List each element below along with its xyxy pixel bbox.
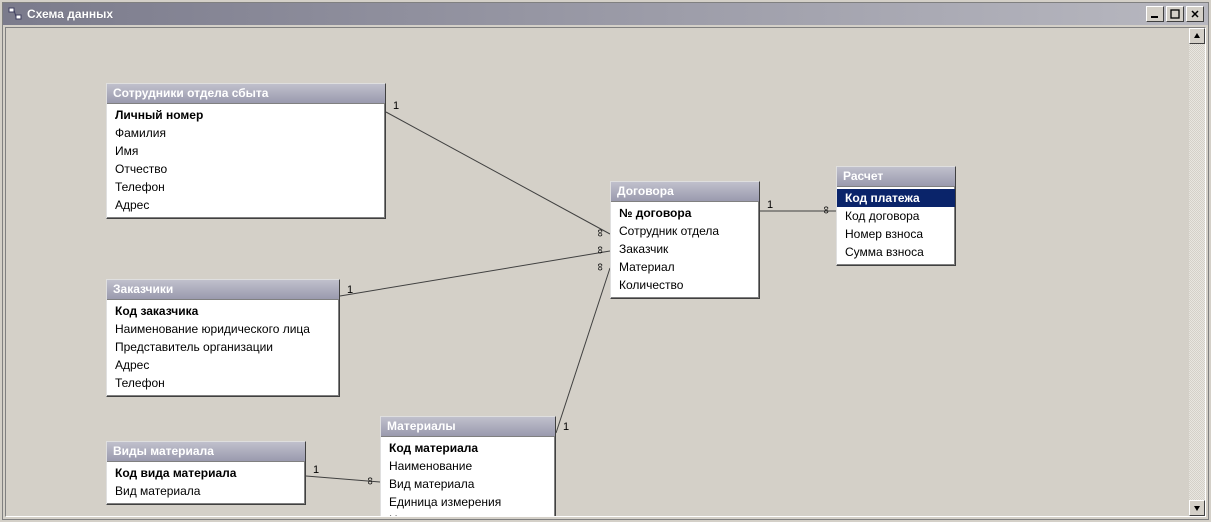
window-title: Схема данных [27, 7, 1146, 21]
relationship-cardinality: 1 [346, 284, 354, 296]
table-field[interactable]: Адрес [107, 196, 385, 214]
table-field[interactable]: Имя [107, 142, 385, 160]
table-zakazchiki[interactable]: ЗаказчикиКод заказчикаНаименование юриди… [106, 279, 340, 397]
table-field[interactable]: Единица измерения [381, 493, 555, 511]
relationships-canvas[interactable]: Сотрудники отдела сбытаЛичный номерФамил… [6, 28, 1189, 516]
relationship-cardinality: ∞ [594, 262, 606, 272]
table-vidy[interactable]: Виды материалаКод вида материалаВид мате… [106, 441, 306, 505]
table-sotrudniki[interactable]: Сотрудники отдела сбытаЛичный номерФамил… [106, 83, 386, 219]
table-field-list: Код заказчикаНаименование юридического л… [107, 300, 339, 396]
relationship-cardinality: ∞ [820, 205, 832, 215]
table-field[interactable]: Вид материала [107, 482, 305, 500]
table-field[interactable]: Цена за единицу [381, 511, 555, 516]
scroll-track[interactable] [1189, 44, 1205, 500]
relationship-cardinality: 1 [392, 100, 400, 112]
table-field-list: Код платежаКод договораНомер взносаСумма… [837, 187, 955, 265]
table-field[interactable]: Заказчик [611, 240, 759, 258]
table-field[interactable]: Код материала [381, 439, 555, 457]
maximize-button[interactable] [1166, 6, 1184, 22]
table-field[interactable]: Номер взноса [837, 225, 955, 243]
table-dogovora[interactable]: Договора№ договораСотрудник отделаЗаказч… [610, 181, 760, 299]
table-field-list: Код вида материалаВид материала [107, 462, 305, 504]
titlebar[interactable]: Схема данных [3, 3, 1208, 25]
table-field[interactable]: Адрес [107, 356, 339, 374]
table-materialy[interactable]: МатериалыКод материалаНаименованиеВид ма… [380, 416, 556, 516]
relationship-cardinality: ∞ [364, 476, 376, 486]
relationships-window: Схема данных Сотрудники отдела сбытаЛичн… [2, 2, 1209, 520]
table-field[interactable]: Отчество [107, 160, 385, 178]
table-field[interactable]: Код договора [837, 207, 955, 225]
table-header[interactable]: Материалы [381, 417, 555, 437]
minimize-button[interactable] [1146, 6, 1164, 22]
table-field[interactable]: Сумма взноса [837, 243, 955, 261]
table-header[interactable]: Заказчики [107, 280, 339, 300]
table-field-list: № договораСотрудник отделаЗаказчикМатери… [611, 202, 759, 298]
table-field[interactable]: Фамилия [107, 124, 385, 142]
table-field[interactable]: Материал [611, 258, 759, 276]
table-header[interactable]: Расчет [837, 167, 955, 187]
table-field[interactable]: Наименование юридического лица [107, 320, 339, 338]
table-field[interactable]: Количество [611, 276, 759, 294]
table-field[interactable]: Код заказчика [107, 302, 339, 320]
table-field-list: Личный номерФамилияИмяОтчествоТелефонАдр… [107, 104, 385, 218]
table-field[interactable]: Наименование [381, 457, 555, 475]
table-raschet[interactable]: РасчетКод платежаКод договораНомер взнос… [836, 166, 956, 266]
table-field[interactable]: Сотрудник отдела [611, 222, 759, 240]
table-header[interactable]: Договора [611, 182, 759, 202]
relationships-icon [7, 6, 23, 22]
client-area: Сотрудники отдела сбытаЛичный номерФамил… [5, 27, 1206, 517]
table-field[interactable]: Представитель организации [107, 338, 339, 356]
window-controls [1146, 6, 1204, 22]
table-field[interactable]: Телефон [107, 374, 339, 392]
table-field[interactable]: № договора [611, 204, 759, 222]
relationship-cardinality: 1 [766, 199, 774, 211]
table-field[interactable]: Код вида материала [107, 464, 305, 482]
relationship-cardinality: 1 [312, 464, 320, 476]
scroll-down-button[interactable] [1189, 500, 1205, 516]
relationship-cardinality: ∞ [594, 245, 606, 255]
table-header[interactable]: Сотрудники отдела сбыта [107, 84, 385, 104]
table-header[interactable]: Виды материала [107, 442, 305, 462]
table-field[interactable]: Личный номер [107, 106, 385, 124]
vertical-scrollbar[interactable] [1189, 28, 1205, 516]
table-field[interactable]: Телефон [107, 178, 385, 196]
close-button[interactable] [1186, 6, 1204, 22]
relationship-cardinality: 1 [562, 421, 570, 433]
table-field[interactable]: Код платежа [837, 189, 955, 207]
scroll-up-button[interactable] [1189, 28, 1205, 44]
relationship-cardinality: ∞ [594, 228, 606, 238]
table-field-list: Код материалаНаименованиеВид материалаЕд… [381, 437, 555, 516]
table-field[interactable]: Вид материала [381, 475, 555, 493]
